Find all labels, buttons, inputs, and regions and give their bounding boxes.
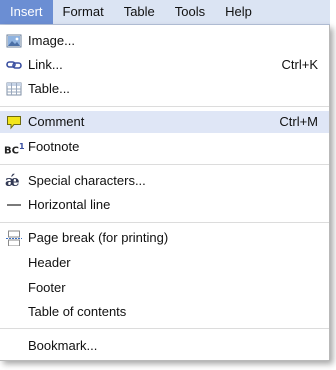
menu-separator	[0, 106, 329, 107]
menu-item-horizontal-line-label: Horizontal line	[28, 197, 111, 212]
menu-separator	[0, 328, 329, 329]
menu-item-header-label: Header	[28, 255, 71, 270]
menu-item-footer[interactable]: Footer	[0, 277, 329, 299]
menu-bar: Insert Format Table Tools Help	[0, 0, 330, 25]
menu-item-comment-label: Comment	[28, 114, 85, 129]
menu-item-image[interactable]: Image...	[0, 30, 329, 52]
menu-separator	[0, 164, 329, 165]
insert-dropdown-menu: Image... Link... Ctrl+K Table... Comment…	[0, 25, 330, 361]
menu-item-footnote[interactable]: BC1 Footnote	[0, 136, 329, 158]
menu-item-bookmark-label: Bookmark...	[28, 338, 98, 353]
footnote-icon: BC1	[4, 142, 25, 157]
image-icon	[6, 34, 22, 48]
menu-item-table[interactable]: Table...	[0, 78, 329, 100]
menu-item-footnote-label: Footnote	[28, 139, 80, 154]
menu-item-link[interactable]: Link... Ctrl+K	[0, 54, 329, 76]
menu-item-special-characters-label: Special characters...	[28, 173, 146, 188]
docs-window: Insert Format Table Tools Help Image... …	[0, 0, 336, 370]
menu-format[interactable]: Format	[53, 0, 114, 24]
menu-item-bookmark[interactable]: Bookmark...	[0, 335, 329, 357]
menu-item-comment-shortcut: Ctrl+M	[279, 114, 318, 129]
menu-separator	[0, 222, 329, 223]
menu-item-comment[interactable]: Comment Ctrl+M	[0, 111, 329, 133]
menu-item-horizontal-line[interactable]: Horizontal line	[0, 194, 329, 216]
table-icon	[6, 82, 22, 96]
menu-item-table-of-contents-label: Table of contents	[28, 304, 127, 319]
menu-item-image-label: Image...	[28, 33, 75, 48]
link-icon	[6, 61, 22, 69]
menu-tools[interactable]: Tools	[165, 0, 215, 24]
page-break-icon	[6, 230, 22, 246]
comment-icon	[7, 116, 21, 130]
menu-item-page-break-label: Page break (for printing)	[28, 230, 169, 245]
menu-insert[interactable]: Insert	[0, 0, 53, 24]
menu-help[interactable]: Help	[215, 0, 262, 24]
menu-item-table-label: Table...	[28, 81, 70, 96]
menu-item-special-characters[interactable]: ǽ Special characters...	[0, 170, 329, 192]
menu-item-page-break[interactable]: Page break (for printing)	[0, 227, 329, 249]
special-characters-icon: ǽ	[5, 172, 20, 190]
menu-table[interactable]: Table	[114, 0, 165, 24]
menu-item-footer-label: Footer	[28, 280, 66, 295]
horizontal-line-icon	[7, 204, 21, 206]
menu-item-header[interactable]: Header	[0, 252, 329, 274]
menu-item-link-shortcut: Ctrl+K	[281, 57, 318, 72]
menu-item-table-of-contents[interactable]: Table of contents	[0, 301, 329, 323]
menu-item-link-label: Link...	[28, 57, 63, 72]
footnote-icon-text: BC	[4, 145, 19, 157]
